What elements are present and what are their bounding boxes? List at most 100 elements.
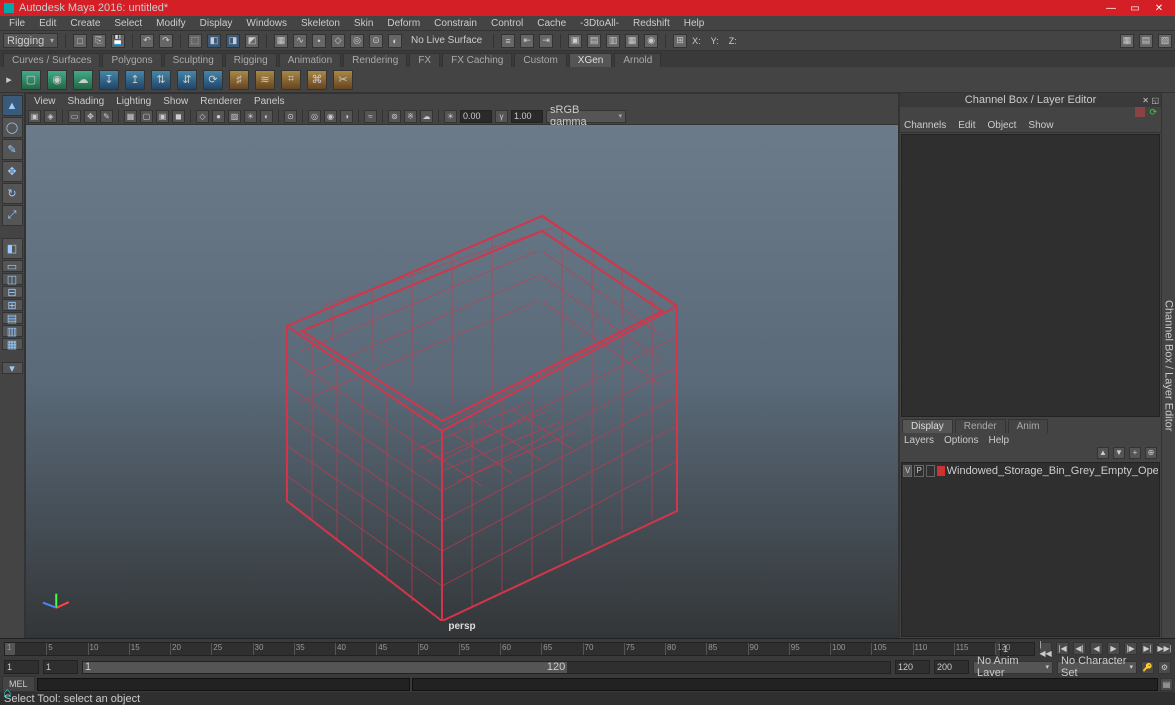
use-lights-icon[interactable]: ☀ [244, 110, 257, 123]
move-tool-icon[interactable]: ✥ [2, 161, 23, 182]
menu-select[interactable]: Select [107, 18, 149, 29]
side-tab-channel-box[interactable]: Channel Box / Layer Editor [1163, 294, 1175, 437]
prefs-icon[interactable]: ⚙ [1158, 661, 1171, 674]
panel-undock-icon[interactable]: ◱ [1151, 94, 1159, 108]
layer-list[interactable]: V P Windowed_Storage_Bin_Grey_Empty_Open… [901, 462, 1160, 637]
layer-color-swatch[interactable] [937, 466, 944, 476]
panel-menu-view[interactable]: View [28, 96, 62, 107]
go-start-icon[interactable]: |◀◀ [1039, 642, 1052, 655]
shelf-icon-5[interactable]: ↥ [125, 70, 145, 90]
grid-icon[interactable]: ▦ [124, 110, 137, 123]
channel-color-icon[interactable] [1135, 107, 1145, 117]
menu-skin[interactable]: Skin [347, 18, 380, 29]
xray-icon[interactable]: ◎ [308, 110, 321, 123]
shelf-tab-fx[interactable]: FX [409, 53, 440, 67]
panel-close-icon[interactable]: ✕ [1142, 94, 1149, 108]
auto-key-icon[interactable]: 🔑 [1141, 661, 1154, 674]
gamma-icon[interactable]: γ [495, 110, 508, 123]
snap-live-icon[interactable]: ◎ [350, 34, 364, 48]
panel-menu-lighting[interactable]: Lighting [110, 96, 157, 107]
shelf-tab-polygons[interactable]: Polygons [102, 53, 161, 67]
layer-move-up-icon[interactable]: ▲ [1097, 447, 1109, 459]
layer-display-type-toggle[interactable] [926, 465, 935, 477]
menu-constrain[interactable]: Constrain [427, 18, 484, 29]
make-live-icon[interactable]: ◐ [388, 34, 402, 48]
redo-icon[interactable]: ↷ [159, 34, 173, 48]
shelf-icon-7[interactable]: ⇵ [177, 70, 197, 90]
script-editor-icon[interactable]: ▤ [1160, 678, 1173, 691]
layer-playback-toggle[interactable]: P [914, 465, 923, 477]
panel-layout-2-icon[interactable]: ▤ [1139, 34, 1153, 48]
step-back-key-icon[interactable]: |◀ [1056, 642, 1069, 655]
panel-menu-shading[interactable]: Shading [62, 96, 111, 107]
paint-select-tool-icon[interactable]: ✎ [2, 139, 23, 160]
channel-menu-edit[interactable]: Edit [958, 120, 975, 131]
shelf-tab-custom[interactable]: Custom [514, 53, 566, 67]
shelf-icon-13[interactable]: ✂ [333, 70, 353, 90]
workspace-dropdown[interactable]: Rigging [3, 33, 58, 48]
shelf-icon-11[interactable]: ⌗ [281, 70, 301, 90]
lasso-tool-icon[interactable]: ◯ [2, 117, 23, 138]
gate-mask-icon[interactable]: ◼ [172, 110, 185, 123]
shelf-icon-12[interactable]: ⌘ [307, 70, 327, 90]
menu-skeleton[interactable]: Skeleton [294, 18, 347, 29]
select-component-icon[interactable]: ◩ [245, 34, 259, 48]
layout-more-icon[interactable]: ▾ [2, 362, 23, 374]
camera-select-icon[interactable]: ▣ [28, 110, 41, 123]
new-scene-icon[interactable]: □ [73, 34, 87, 48]
shelf-tab-rigging[interactable]: Rigging [225, 53, 277, 67]
exposure-icon[interactable]: ☀ [444, 110, 457, 123]
layout-3-icon[interactable]: ⊟ [2, 286, 23, 298]
shelf-tab-curvessurfaces[interactable]: Curves / Surfaces [3, 53, 100, 67]
dof-icon[interactable]: ⊚ [388, 110, 401, 123]
menu-control[interactable]: Control [484, 18, 530, 29]
multisample-icon[interactable]: ※ [404, 110, 417, 123]
layout-4-icon[interactable]: ⊞ [2, 299, 23, 311]
isolate-select-icon[interactable]: ⊙ [284, 110, 297, 123]
layout-5-icon[interactable]: ▤ [2, 312, 23, 324]
ao-icon[interactable]: ◑ [340, 110, 353, 123]
panel-menu-renderer[interactable]: Renderer [194, 96, 248, 107]
ipr-render-icon[interactable]: ▤ [587, 34, 601, 48]
motion-blur-icon[interactable]: ≈ [364, 110, 377, 123]
channel-menu-show[interactable]: Show [1028, 120, 1053, 131]
layer-row[interactable]: V P Windowed_Storage_Bin_Grey_Empty_Open… [903, 464, 1158, 478]
menu-cache[interactable]: Cache [530, 18, 573, 29]
render-settings-icon[interactable]: ▥ [606, 34, 620, 48]
select-object-icon[interactable]: ◨ [226, 34, 240, 48]
snap-curve-icon[interactable]: ∿ [293, 34, 307, 48]
go-end-icon[interactable]: ▶▶| [1158, 642, 1171, 655]
right-side-tabs[interactable]: Channel Box / Layer Editor [1161, 93, 1175, 638]
shelf-icon-3[interactable]: ☁ [73, 70, 93, 90]
select-mode-icon[interactable]: ⬚ [188, 34, 202, 48]
shelf-icon-9[interactable]: ♯ [229, 70, 249, 90]
shelf-tab-fxcaching[interactable]: FX Caching [442, 53, 512, 67]
shelf-tab-rendering[interactable]: Rendering [343, 53, 407, 67]
range-end-outer-field[interactable]: 200 [934, 660, 969, 674]
step-forward-icon[interactable]: |▶ [1124, 642, 1137, 655]
layer-tab-render[interactable]: Render [955, 419, 1006, 433]
construction-history-icon[interactable]: ≡ [501, 34, 515, 48]
snap-point-icon[interactable]: • [312, 34, 326, 48]
open-scene-icon[interactable]: ⎘ [92, 34, 106, 48]
shelf-icon-2[interactable]: ◉ [47, 70, 67, 90]
menu-file[interactable]: File [2, 18, 32, 29]
resolution-gate-icon[interactable]: ▣ [156, 110, 169, 123]
range-start-outer-field[interactable]: 1 [4, 660, 39, 674]
range-end-inner-field[interactable]: 120 [895, 660, 930, 674]
menu-edit[interactable]: Edit [32, 18, 63, 29]
film-gate-icon[interactable]: ▢ [140, 110, 153, 123]
smooth-shade-icon[interactable]: ● [212, 110, 225, 123]
xray-joints-icon[interactable]: ◉ [324, 110, 337, 123]
layer-menu-layers[interactable]: Layers [904, 435, 934, 446]
menu-redshift[interactable]: Redshift [626, 18, 677, 29]
step-back-icon[interactable]: ◀| [1073, 642, 1086, 655]
image-plane-icon[interactable]: ▭ [68, 110, 81, 123]
2d-pan-icon[interactable]: ✥ [84, 110, 97, 123]
layer-tab-display[interactable]: Display [902, 419, 953, 433]
shelf-icon-1[interactable]: ▢ [21, 70, 41, 90]
close-button[interactable]: ✕ [1147, 3, 1171, 14]
layer-menu-help[interactable]: Help [988, 435, 1009, 446]
undo-icon[interactable]: ↶ [140, 34, 154, 48]
layer-menu-options[interactable]: Options [944, 435, 978, 446]
